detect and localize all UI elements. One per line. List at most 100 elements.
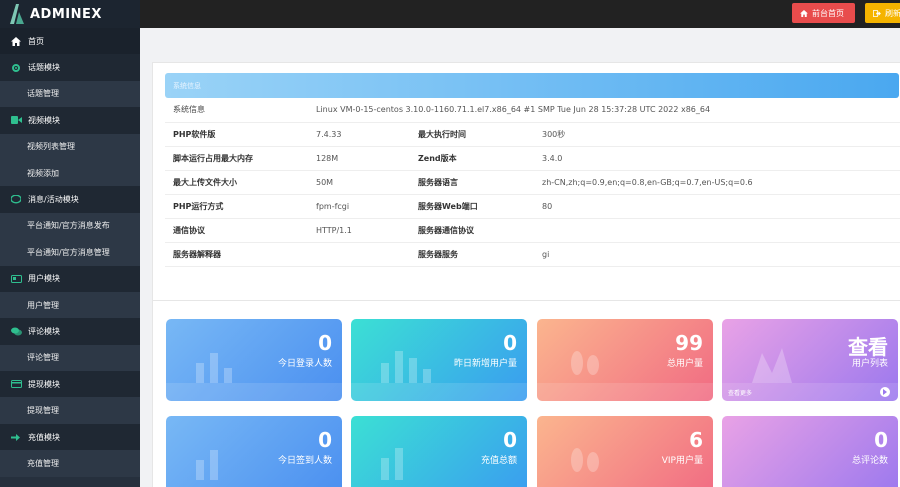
sidebar-item-video-add[interactable]: 视频添加	[0, 159, 140, 187]
sidebar-item-topic-module[interactable]: 话题模块	[0, 54, 140, 81]
comments-icon	[10, 326, 22, 336]
stat-label: 今日登录人数	[277, 359, 332, 369]
video-icon	[10, 115, 22, 125]
view-more-link[interactable]: 查看更多	[722, 383, 898, 401]
home-page-button[interactable]: 前台首页	[792, 3, 855, 23]
sidebar-item-label: 首页	[28, 36, 44, 46]
sidebar-item-user-module[interactable]: 用户模块	[0, 265, 140, 292]
stat-value: 99	[675, 331, 703, 355]
system-info-header: 系统信息	[165, 73, 899, 98]
stat-card-yesterday-new-users[interactable]: 0 昨日新增用户量	[351, 319, 527, 401]
info-key: 脚本运行占用最大内存	[165, 146, 308, 171]
sidebar-item-recharge-manage[interactable]: 充值管理	[0, 450, 140, 477]
sidebar-nav: 首页 话题模块 话题管理 视频模块 视频列表管理 视频添加 消息/活动模块 平台…	[0, 28, 140, 477]
sidebar-item-label: 充值模块	[28, 432, 60, 442]
stat-label: 用户列表	[851, 359, 888, 369]
top-bar: 前台首页 刷新	[140, 0, 900, 28]
table-row: 通信协议 HTTP/1.1 服务器通信协议	[165, 218, 900, 243]
system-value: Linux VM-0-15-centos 3.10.0-1160.71.1.el…	[308, 98, 900, 123]
info-value: 3.4.0	[534, 146, 900, 171]
sidebar-item-topic-manage[interactable]: 话题管理	[0, 80, 140, 108]
sidebar-item-label: 用户管理	[27, 300, 59, 310]
stat-value: 0	[318, 331, 332, 355]
chat-icon	[10, 195, 22, 205]
info-value	[534, 218, 900, 243]
sidebar-item-notice-publish[interactable]: 平台通知/官方消息发布	[0, 212, 140, 240]
info-value: zh-CN,zh;q=0.9,en;q=0.8,en-GB;q=0.7,en-U…	[534, 170, 900, 195]
home-page-button-label: 前台首页	[812, 8, 844, 18]
sidebar-item-withdraw-module[interactable]: 提现模块	[0, 371, 140, 398]
sidebar-item-label: 视频模块	[28, 115, 60, 125]
info-value: fpm-fcgi	[308, 194, 410, 219]
arrow-right-icon[interactable]	[880, 387, 890, 397]
stat-value: 0	[503, 428, 517, 452]
stat-card-total-users[interactable]: 99 总用户量	[537, 319, 713, 401]
info-value: 128M	[308, 146, 410, 171]
sidebar-item-label: 话题模块	[28, 63, 60, 73]
table-row: 脚本运行占用最大内存 128M Zend版本 3.4.0	[165, 146, 900, 171]
info-key: 最大执行时间	[410, 122, 534, 147]
system-info-panel: 系统信息 系统信息 Linux VM-0-15-centos 3.10.0-11…	[152, 62, 900, 311]
stat-card-vip-users[interactable]: 6 VIP用户量	[537, 416, 713, 487]
leaf-deco-icon	[571, 351, 599, 375]
chart-deco-icon	[196, 450, 218, 480]
info-key: PHP运行方式	[165, 194, 308, 219]
info-value: 50M	[308, 170, 410, 195]
info-value: gi	[534, 242, 900, 267]
stat-value: 0	[318, 428, 332, 452]
stat-label: VIP用户量	[661, 456, 703, 466]
sidebar-item-video-list[interactable]: 视频列表管理	[0, 133, 140, 160]
sidebar-item-label: 评论模块	[28, 326, 60, 336]
home-icon	[10, 36, 22, 46]
logo-icon	[10, 4, 24, 24]
cog-icon	[10, 63, 22, 73]
sidebar-item-comment-module[interactable]: 评论模块	[0, 318, 140, 345]
sidebar-item-label: 提现管理	[27, 406, 59, 416]
sidebar-item-withdraw-manage[interactable]: 提现管理	[0, 397, 140, 424]
info-key: PHP软件版	[165, 122, 308, 147]
sidebar-item-user-manage[interactable]: 用户管理	[0, 291, 140, 319]
info-value	[308, 242, 410, 267]
sidebar-item-label: 视频添加	[27, 168, 59, 178]
info-value: 80	[534, 194, 900, 219]
sidebar-item-label: 视频列表管理	[27, 142, 75, 152]
chart-deco-icon	[752, 348, 792, 383]
sidebar-item-message-module[interactable]: 消息/活动模块	[0, 186, 140, 213]
stat-card-today-login[interactable]: 0 今日登录人数	[166, 319, 342, 401]
stat-label: 今日签到人数	[277, 456, 332, 466]
sign-out-icon	[873, 9, 881, 17]
table-row: 系统信息 Linux VM-0-15-centos 3.10.0-1160.71…	[165, 98, 900, 123]
stat-label: 总用户量	[666, 359, 703, 369]
table-row: 最大上传文件大小 50M 服务器语言 zh-CN,zh;q=0.9,en;q=0…	[165, 170, 900, 195]
stat-card-recharge-total[interactable]: 0 充值总额	[351, 416, 527, 487]
stat-value: 6	[689, 428, 703, 452]
stat-label: 总评论数	[851, 456, 888, 466]
info-key: 服务器通信协议	[410, 218, 534, 243]
sign-in-icon	[10, 432, 22, 442]
main-content: 系统信息 系统信息 Linux VM-0-15-centos 3.10.0-11…	[140, 28, 900, 487]
sidebar-item-video-module[interactable]: 视频模块	[0, 107, 140, 134]
stat-card-footer	[166, 383, 342, 401]
refresh-button[interactable]: 刷新	[865, 3, 900, 23]
sidebar-item-label: 平台通知/官方消息管理	[27, 247, 110, 257]
sidebar-item-notice-manage[interactable]: 平台通知/官方消息管理	[0, 239, 140, 266]
sidebar-item-comment-manage[interactable]: 评论管理	[0, 344, 140, 372]
sidebar-item-home[interactable]: 首页	[0, 28, 140, 55]
info-value: 7.4.33	[308, 122, 410, 147]
sidebar-item-label: 评论管理	[27, 353, 59, 363]
stat-card-total-comments[interactable]: 0 总评论数	[722, 416, 898, 487]
info-key: 服务器Web端口	[410, 194, 534, 219]
credit-card-icon	[10, 379, 22, 389]
sidebar: ADMINEX 首页 话题模块 话题管理 视频模块 视频列表管理 视频添加 消息…	[0, 0, 140, 487]
logo[interactable]: ADMINEX	[0, 0, 140, 28]
sidebar-item-recharge-module[interactable]: 充值模块	[0, 423, 140, 451]
stat-label: 充值总额	[480, 456, 517, 466]
system-info-table: 系统信息 Linux VM-0-15-centos 3.10.0-1160.71…	[165, 98, 900, 267]
chart-deco-icon	[381, 448, 403, 480]
info-value: HTTP/1.1	[308, 218, 410, 243]
stat-card-today-checkin[interactable]: 0 今日签到人数	[166, 416, 342, 487]
stat-card-user-list[interactable]: 查看 用户列表 查看更多	[722, 319, 898, 401]
logo-text: ADMINEX	[30, 6, 102, 22]
sidebar-item-label: 用户模块	[28, 274, 60, 284]
refresh-button-label: 刷新	[885, 8, 900, 18]
